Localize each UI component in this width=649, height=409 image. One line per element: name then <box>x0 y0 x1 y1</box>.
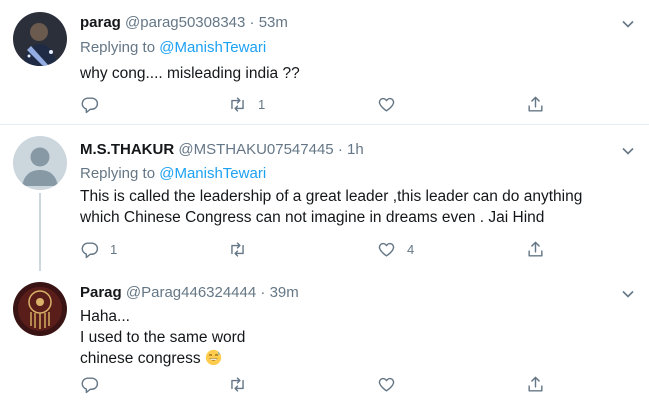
heart-icon <box>378 97 395 112</box>
retweet-icon <box>231 376 244 392</box>
reply-button[interactable]: 1 <box>80 239 117 259</box>
like-button[interactable]: 4 <box>377 239 414 259</box>
tweet-text-line: This is called the leadership of a great… <box>80 188 583 205</box>
separator-dot: · <box>337 141 343 158</box>
tweet-parag446324444[interactable]: Parag @Parag446324444 · 39m Haha... I us… <box>0 273 649 409</box>
share-button[interactable] <box>526 94 545 114</box>
retweet-button[interactable] <box>228 239 258 259</box>
tweet-header: M.S.THAKUR @MSTHAKU07547445 · 1h <box>80 141 364 158</box>
tweet-text-line: Haha... <box>80 308 130 325</box>
chevron-down-icon[interactable] <box>621 287 635 301</box>
tweet-header: Parag @Parag446324444 · 39m <box>80 284 299 301</box>
reply-icon <box>81 376 99 393</box>
chevron-down-icon[interactable] <box>621 144 635 158</box>
replying-to-label: Replying to <box>80 39 160 56</box>
user-handle[interactable]: @parag50308343 <box>125 14 245 31</box>
display-name[interactable]: M.S.THAKUR <box>80 141 174 158</box>
tweet-text-line-with-emoji: chinese congress <box>80 348 245 369</box>
share-button[interactable] <box>526 374 545 394</box>
reply-button[interactable] <box>80 374 110 394</box>
share-icon <box>528 376 543 392</box>
tweet-time[interactable]: 53m <box>259 14 288 31</box>
separator-dot: · <box>260 284 266 301</box>
tweet-time[interactable]: 1h <box>347 141 364 158</box>
tweet-text-fragment: chinese congress <box>80 350 201 367</box>
replying-to-label: Replying to <box>80 165 160 182</box>
display-name[interactable]: parag <box>80 14 121 31</box>
tweet-text: This is called the leadership of a great… <box>80 186 582 228</box>
like-count: 4 <box>407 241 415 257</box>
user-handle[interactable]: @MSTHAKU07547445 <box>178 141 333 158</box>
grinning-sweat-emoji-icon <box>205 349 222 366</box>
thread-connector-line <box>39 193 41 271</box>
replying-to: Replying to @ManishTewari <box>80 165 266 182</box>
avatar[interactable] <box>13 12 67 66</box>
separator-dot: · <box>249 14 255 31</box>
tweet-text: Haha... I used to the same word chinese … <box>80 306 245 369</box>
display-name[interactable]: Parag <box>80 284 122 301</box>
like-button[interactable] <box>377 94 407 114</box>
tweet-time[interactable]: 39m <box>270 284 299 301</box>
tweet-text-line: I used to the same word <box>80 329 246 346</box>
reply-button[interactable] <box>80 94 110 114</box>
share-button[interactable] <box>526 239 545 259</box>
chevron-down-icon[interactable] <box>621 17 635 31</box>
tweet-text-line: why cong.... misleading india ?? <box>80 65 300 82</box>
replying-to-link[interactable]: @ManishTewari <box>159 165 266 182</box>
retweet-icon <box>231 96 244 112</box>
tweet-text-line: which Chinese Congress can not imagine i… <box>80 209 545 226</box>
avatar[interactable] <box>13 136 67 190</box>
replying-to-link[interactable]: @ManishTewari <box>159 39 266 56</box>
reply-count: 1 <box>110 241 118 257</box>
avatar[interactable] <box>13 282 67 336</box>
tweet-parag50308343[interactable]: parag @parag50308343 · 53m Replying to @… <box>0 0 649 124</box>
retweet-button[interactable]: 1 <box>228 94 265 114</box>
retweet-icon <box>231 241 244 257</box>
retweet-count: 1 <box>258 96 266 112</box>
like-button[interactable] <box>377 374 407 394</box>
share-icon <box>528 96 543 112</box>
user-handle[interactable]: @Parag446324444 <box>126 284 256 301</box>
heart-icon <box>378 377 395 392</box>
reply-icon <box>81 241 99 258</box>
replying-to: Replying to @ManishTewari <box>80 39 266 56</box>
retweet-button[interactable] <box>228 374 258 394</box>
tweet-text: why cong.... misleading india ?? <box>80 63 300 84</box>
heart-icon <box>378 242 395 257</box>
share-icon <box>528 241 543 257</box>
reply-icon <box>81 96 99 113</box>
tweet-header: parag @parag50308343 · 53m <box>80 14 288 31</box>
